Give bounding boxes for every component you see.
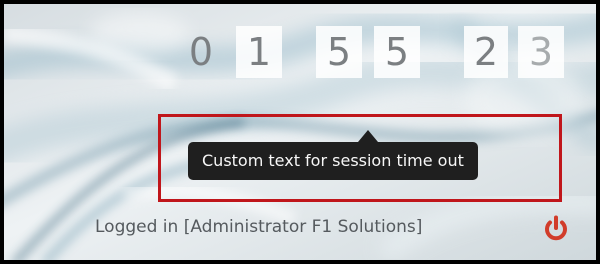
logged-in-status: Logged in [Administrator F1 Solutions] [95, 217, 423, 237]
logout-button[interactable] [541, 214, 571, 244]
session-panel: 0 1 5 5 2 3 Custom text for session time… [4, 4, 596, 260]
tooltip-arrow [358, 130, 378, 142]
session-timeout-tooltip: Custom text for session time out [188, 142, 478, 180]
timer-digit-seconds-ones: 3 [518, 26, 564, 78]
timer-digit-hours-ones: 1 [236, 26, 282, 78]
power-icon [545, 215, 567, 241]
timer-digit-minutes-tens: 5 [316, 26, 362, 78]
timer-digit-minutes-ones: 5 [374, 26, 420, 78]
timer-digit-hours-tens: 0 [188, 30, 214, 74]
timer-digit-seconds-tens: 2 [464, 26, 508, 78]
